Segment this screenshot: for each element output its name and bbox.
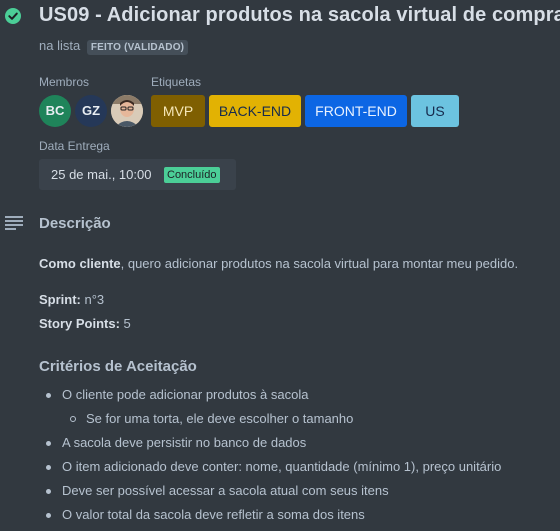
person-photo-icon [111, 95, 143, 127]
bullet-icon [46, 393, 51, 398]
criteria-item: O valor total da sacola deve refletir a … [62, 507, 365, 522]
label-front-end[interactable]: FRONT-END [305, 95, 407, 127]
avatar-member-bc[interactable]: BC [39, 95, 71, 127]
description-heading: Descrição [39, 215, 111, 232]
criteria-heading: Critérios de Aceitação [39, 358, 197, 375]
sprint-label: Sprint: [39, 292, 81, 307]
intro-bold: Como cliente [39, 256, 121, 271]
points-value: 5 [119, 316, 131, 331]
criteria-item: A sacola deve persistir no banco de dado… [62, 435, 307, 450]
completed-check-icon[interactable] [5, 8, 21, 24]
due-date-label: Data Entrega [39, 139, 110, 153]
bullet-icon [46, 489, 51, 494]
members-label: Membros [39, 75, 90, 89]
avatar-member-gz[interactable]: GZ [75, 95, 107, 127]
sub-bullet-icon [70, 416, 76, 422]
bullet-icon [46, 513, 51, 518]
criteria-item: O cliente pode adicionar produtos à saco… [62, 387, 309, 402]
sprint-line: Sprint: n°3 [39, 292, 104, 307]
card-title[interactable]: US09 - Adicionar produtos na sacola virt… [39, 4, 560, 27]
avatar-member-photo[interactable] [111, 95, 143, 127]
sprint-value: n°3 [80, 292, 105, 307]
bullet-icon [46, 441, 51, 446]
story-points-line: Story Points: 5 [39, 316, 131, 331]
labels-label: Etiquetas [151, 75, 202, 89]
intro-rest: , quero adicionar produtos na sacola vir… [120, 256, 519, 271]
points-label: Story Points: [39, 316, 120, 331]
due-date-button[interactable]: 25 de mai., 10:00 Concluído [39, 159, 236, 190]
bullet-icon [46, 465, 51, 470]
criteria-sub-item: Se for uma torta, ele deve escolher o ta… [86, 411, 354, 426]
label-us[interactable]: US [411, 95, 459, 127]
description-icon [5, 216, 23, 230]
label-mvp[interactable]: MVP [151, 95, 205, 127]
description-intro: Como cliente, quero adicionar produtos n… [39, 256, 518, 271]
list-info: na lista FEITO (VALIDADO) [39, 38, 189, 55]
label-back-end[interactable]: BACK-END [209, 95, 301, 127]
due-date-value: 25 de mai., 10:00 [51, 167, 152, 182]
criteria-item: Deve ser possível acessar a sacola atual… [62, 483, 389, 498]
criteria-item: O item adicionado deve conter: nome, qua… [62, 459, 502, 474]
list-name-badge[interactable]: FEITO (VALIDADO) [86, 40, 189, 55]
in-list-prefix: na lista [39, 38, 81, 53]
due-status-badge: Concluído [164, 167, 220, 183]
